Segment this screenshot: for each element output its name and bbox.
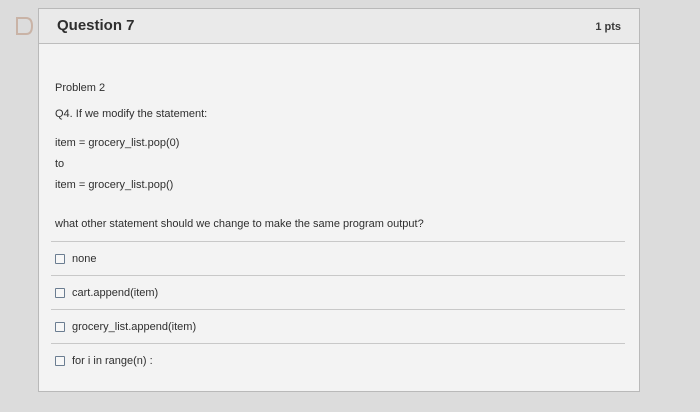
answer-label[interactable]: cart.append(item) [72,287,158,299]
code-after: item = grocery_list.pop() [55,179,174,191]
connector-text: to [55,158,65,170]
question-header: Question 7 1 pts [39,9,639,44]
answer-label[interactable]: grocery_list.append(item) [72,321,196,333]
answer-option[interactable]: grocery_list.append(item) [51,309,625,343]
answer-radio[interactable] [55,321,65,332]
answer-list: none cart.append(item) grocery_list.appe… [51,241,625,377]
answer-option[interactable]: cart.append(item) [51,275,625,309]
question-title: Question 7 [57,17,135,34]
question-points: 1 pts [595,21,621,33]
answer-label[interactable]: for i in range(n) : [72,355,153,367]
question-card: Question 7 1 pts Problem 2 Q4. If we mod… [38,8,640,392]
problem-label: Problem 2 [55,82,106,94]
answer-option[interactable]: for i in range(n) : [51,343,625,377]
answer-option[interactable]: none [51,241,625,275]
question-ask: what other statement should we change to… [55,218,424,230]
answer-label[interactable]: none [72,253,96,265]
answer-radio[interactable] [55,253,65,264]
question-prompt: Q4. If we modify the statement: [55,108,208,120]
question-flag-icon[interactable] [14,14,40,38]
answer-radio[interactable] [55,287,65,298]
answer-radio[interactable] [55,355,65,366]
code-before: item = grocery_list.pop(0) [55,137,180,149]
